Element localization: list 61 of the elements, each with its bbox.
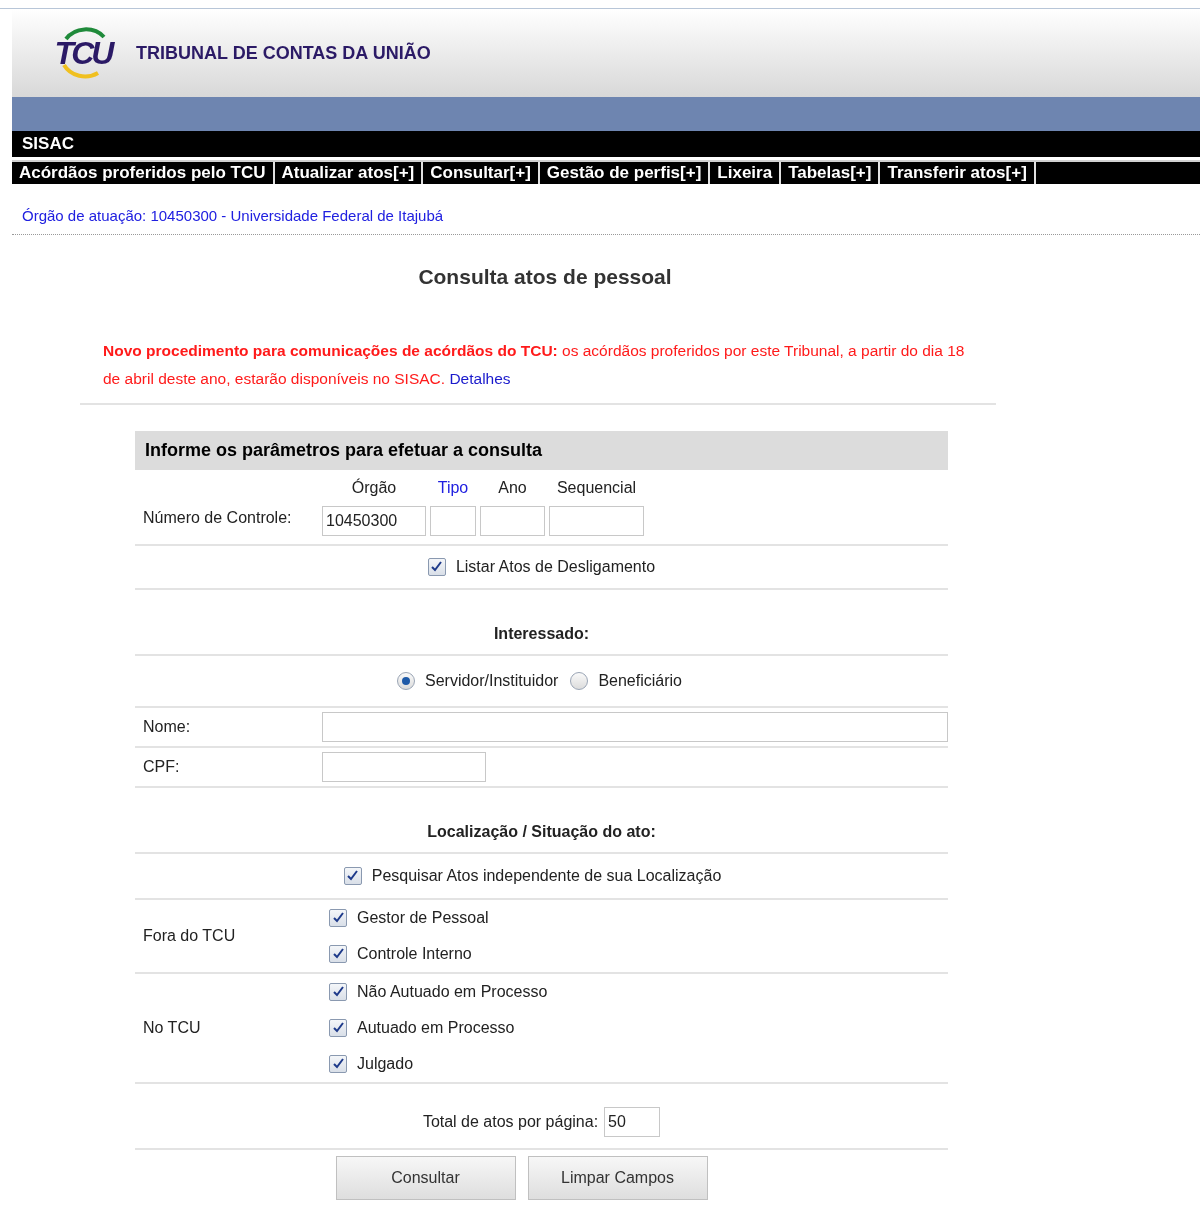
radio-button[interactable] <box>570 671 589 690</box>
check-icon <box>332 948 344 959</box>
checkbox-label: Gestor de Pessoal <box>357 907 489 928</box>
group-label: No TCU <box>142 1017 202 1038</box>
checkbox-label: Autuado em Processo <box>357 1017 515 1038</box>
form-button[interactable]: Consultar <box>335 1155 516 1200</box>
checkbox[interactable] <box>329 944 347 963</box>
section-heading: Localização / Situação do ato: <box>427 821 656 842</box>
column-label: Ano <box>498 477 527 498</box>
menu-item[interactable]: Gestão de perfis[+] <box>539 162 711 184</box>
field-label: Número de Controle: <box>142 507 293 528</box>
check-icon <box>332 912 344 923</box>
checkbox-label: Não Autuado em Processo <box>357 981 548 1002</box>
input-field[interactable] <box>549 505 644 536</box>
field-label: Nome: <box>142 716 192 737</box>
menu-item[interactable]: Lixeira <box>710 162 782 184</box>
details-link[interactable]: Detalhes <box>449 369 511 387</box>
checkbox-label: Controle Interno <box>357 943 472 964</box>
check-icon <box>332 1058 344 1069</box>
input-field[interactable] <box>430 505 476 536</box>
check-icon <box>431 561 443 572</box>
radio-label: Beneficiário <box>598 670 682 691</box>
field-label: CPF: <box>142 756 181 777</box>
menu-item[interactable]: Tabelas[+] <box>781 162 881 184</box>
checkbox[interactable] <box>343 866 362 885</box>
checkbox[interactable] <box>329 1018 347 1037</box>
organization-name: TRIBUNAL DE CONTAS DA UNIÃO <box>136 41 431 65</box>
menu-item[interactable]: Transferir atos[+] <box>880 162 1036 184</box>
field-label: Total de atos por página: <box>422 1111 599 1132</box>
check-icon <box>332 986 344 997</box>
input-field[interactable] <box>322 751 486 782</box>
system-name: SISAC <box>22 133 74 156</box>
check-icon <box>332 1022 344 1033</box>
column-label: Sequencial <box>556 477 637 498</box>
checkbox-label: Listar Atos de Desligamento <box>455 556 656 577</box>
radio-button[interactable] <box>397 671 415 690</box>
checkbox[interactable] <box>329 982 347 1001</box>
section-heading: Interessado: <box>493 623 590 644</box>
menu-item[interactable]: Consultar[+] <box>423 162 540 184</box>
menu-item[interactable]: Acórdãos proferidos pelo TCU <box>12 162 275 184</box>
logo: TCU <box>52 25 114 81</box>
menu-item[interactable]: Atualizar atos[+] <box>274 162 424 184</box>
input-field[interactable] <box>322 711 948 742</box>
form-header: Informe os parâmetros para efetuar a consulta <box>135 430 948 470</box>
check-icon <box>347 870 359 881</box>
group-label: Fora do TCU <box>142 925 237 946</box>
checkbox-label: Pesquisar Atos independente de sua Localização <box>371 865 722 886</box>
notice-text: Novo procedimento para comunicações de acórdãos do TCU: os acórdãos proferidos por este Tribunal, a partir do dia 18 de abril deste ano, estarão disponíveis no SISAC. Detalhes <box>103 340 966 389</box>
organization-info: Órgão de atuação: 10450300 - Universidade Federal de Itajubá <box>22 207 444 224</box>
input-field[interactable]: 50 <box>604 1106 661 1137</box>
input-field[interactable]: 10450300 <box>322 505 426 536</box>
checkbox[interactable] <box>329 908 347 927</box>
checkbox[interactable] <box>329 1054 347 1073</box>
checkbox[interactable] <box>427 557 446 576</box>
form-button[interactable]: Limpar Campos <box>527 1155 708 1200</box>
column-link[interactable]: Tipo <box>437 475 469 500</box>
input-field[interactable] <box>480 505 545 536</box>
column-label: Órgão <box>351 477 397 498</box>
page-title: Consulta atos de pessoal <box>418 264 672 290</box>
checkbox-label: Julgado <box>357 1053 414 1074</box>
radio-label: Servidor/Instituidor <box>425 670 559 691</box>
